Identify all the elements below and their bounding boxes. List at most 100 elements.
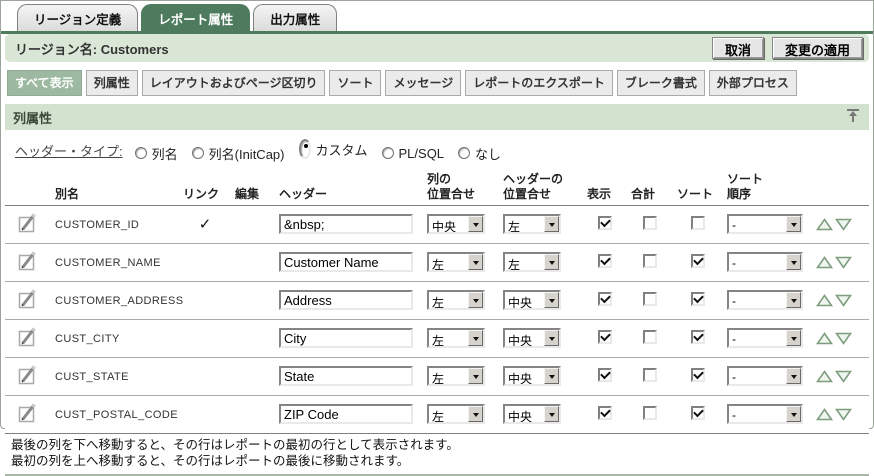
sum-checkbox[interactable]: [643, 292, 657, 306]
move-down-icon[interactable]: [835, 294, 852, 307]
subtab-column-attributes[interactable]: 列属性: [86, 70, 138, 96]
edit-column-icon[interactable]: [16, 325, 40, 352]
subtab-report-export[interactable]: レポートのエクスポート: [465, 70, 613, 96]
sort-checkbox[interactable]: [691, 254, 705, 268]
radio-label: PL/SQL: [399, 146, 445, 161]
col-alias-header: 別名: [51, 170, 179, 206]
move-up-icon[interactable]: [816, 370, 833, 383]
move-up-icon[interactable]: [816, 332, 833, 345]
header-text-input[interactable]: [279, 366, 413, 386]
header-type-option-column-name: 列名: [135, 144, 178, 163]
table-row: CUST_CITY左中央-: [5, 319, 869, 357]
col-show-header: 表示: [583, 170, 627, 206]
col-move-header: [811, 170, 869, 206]
header-alignment-select[interactable]: 左: [503, 252, 561, 272]
col-edit-header: 編集: [231, 170, 275, 206]
sort-checkbox[interactable]: [691, 292, 705, 306]
radio-custom[interactable]: [299, 139, 311, 159]
radio-none[interactable]: [458, 147, 470, 159]
header-text-input[interactable]: [279, 214, 413, 234]
sort-sequence-select[interactable]: -: [727, 290, 803, 310]
dropdown-arrow-icon: [468, 254, 483, 270]
radio-label: 列名: [152, 144, 178, 163]
subtab-sort[interactable]: ソート: [329, 70, 381, 96]
header-alignment-select[interactable]: 中央: [503, 290, 561, 310]
apply-changes-button[interactable]: 変更の適用: [772, 37, 863, 59]
subtab-show-all[interactable]: すべて表示: [7, 70, 82, 96]
sum-checkbox[interactable]: [643, 368, 657, 382]
move-down-icon[interactable]: [835, 218, 852, 231]
radio-label: なし: [475, 144, 501, 163]
radio-plsql[interactable]: [382, 147, 394, 159]
header-text-input[interactable]: [279, 328, 413, 348]
tab-report-attributes[interactable]: レポート属性: [141, 4, 250, 31]
tab-region-definition[interactable]: リージョン定義: [17, 4, 138, 31]
radio-label: 列名(InitCap): [209, 144, 285, 163]
header-text-input[interactable]: [279, 290, 413, 310]
move-up-icon[interactable]: [816, 218, 833, 231]
edit-column-icon[interactable]: [16, 211, 40, 238]
show-checkbox[interactable]: [598, 216, 612, 230]
header-text-input[interactable]: [279, 404, 413, 424]
sort-sequence-select[interactable]: -: [727, 366, 803, 386]
subtab-layout-pagination[interactable]: レイアウトおよびページ区切り: [142, 70, 326, 96]
column-alignment-select[interactable]: 左: [427, 252, 485, 272]
column-alignment-select[interactable]: 左: [427, 328, 485, 348]
show-checkbox[interactable]: [598, 254, 612, 268]
subtab-break-format[interactable]: ブレーク書式: [617, 70, 705, 96]
top-tab-bar: リージョン定義レポート属性出力属性: [1, 1, 873, 34]
cancel-button[interactable]: 取消: [712, 37, 764, 59]
show-checkbox[interactable]: [598, 330, 612, 344]
move-up-icon[interactable]: [816, 408, 833, 421]
move-up-icon[interactable]: [816, 256, 833, 269]
show-checkbox[interactable]: [598, 292, 612, 306]
radio-column-name-initcap[interactable]: [192, 147, 204, 159]
sort-checkbox[interactable]: [691, 406, 705, 420]
sum-checkbox[interactable]: [643, 406, 657, 420]
header-alignment-select[interactable]: 左: [503, 214, 561, 234]
column-alignment-select[interactable]: 左: [427, 366, 485, 386]
table-row: CUSTOMER_ID ✓ 中央左 -: [5, 205, 869, 243]
subtab-messages[interactable]: メッセージ: [385, 70, 461, 96]
sum-checkbox[interactable]: [643, 330, 657, 344]
sort-checkbox[interactable]: [691, 216, 705, 230]
column-alignment-select[interactable]: 中央: [427, 214, 485, 234]
section-body: ヘッダー・タイプ: 列名 列名(InitCap) カスタム PL/SQL なし 別名 リ…: [5, 130, 869, 474]
header-text-input[interactable]: [279, 252, 413, 272]
header-alignment-select[interactable]: 中央: [503, 404, 561, 424]
show-checkbox[interactable]: [598, 406, 612, 420]
tab-output-attributes[interactable]: 出力属性: [253, 4, 337, 31]
column-alignment-select[interactable]: 左: [427, 290, 485, 310]
move-down-icon[interactable]: [835, 332, 852, 345]
header-type-row: ヘッダー・タイプ: 列名 列名(InitCap) カスタム PL/SQL なし: [5, 130, 869, 170]
sum-checkbox[interactable]: [643, 254, 657, 268]
move-up-icon[interactable]: [816, 294, 833, 307]
sort-sequence-select[interactable]: -: [727, 214, 803, 234]
scroll-to-top-icon[interactable]: [845, 108, 861, 126]
edit-column-icon[interactable]: [16, 249, 40, 276]
column-alias: CUSTOMER_ID: [55, 219, 139, 231]
sort-sequence-select[interactable]: -: [727, 252, 803, 272]
header-type-label[interactable]: ヘッダー・タイプ:: [15, 141, 123, 160]
link-checkmark-icon: ✓: [199, 215, 212, 233]
sort-sequence-select[interactable]: -: [727, 328, 803, 348]
sort-sequence-select[interactable]: -: [727, 404, 803, 424]
col-header-header: ヘッダー: [275, 170, 423, 206]
move-down-icon[interactable]: [835, 370, 852, 383]
move-down-icon[interactable]: [835, 408, 852, 421]
edit-column-icon[interactable]: [16, 363, 40, 390]
move-down-icon[interactable]: [835, 256, 852, 269]
header-alignment-select[interactable]: 中央: [503, 366, 561, 386]
edit-column-icon[interactable]: [16, 287, 40, 314]
show-checkbox[interactable]: [598, 368, 612, 382]
sort-checkbox[interactable]: [691, 368, 705, 382]
sort-checkbox[interactable]: [691, 330, 705, 344]
subtab-external-process[interactable]: 外部プロセス: [709, 70, 797, 96]
table-header-row: 別名 リンク 編集 ヘッダー 列の 位置合せ ヘッダーの 位置合せ 表示 合計 …: [5, 170, 869, 206]
sum-checkbox[interactable]: [643, 216, 657, 230]
edit-column-icon[interactable]: [16, 401, 40, 428]
radio-column-name[interactable]: [135, 147, 147, 159]
radio-label: カスタム: [316, 140, 368, 159]
column-alignment-select[interactable]: 左: [427, 404, 485, 424]
header-alignment-select[interactable]: 中央: [503, 328, 561, 348]
